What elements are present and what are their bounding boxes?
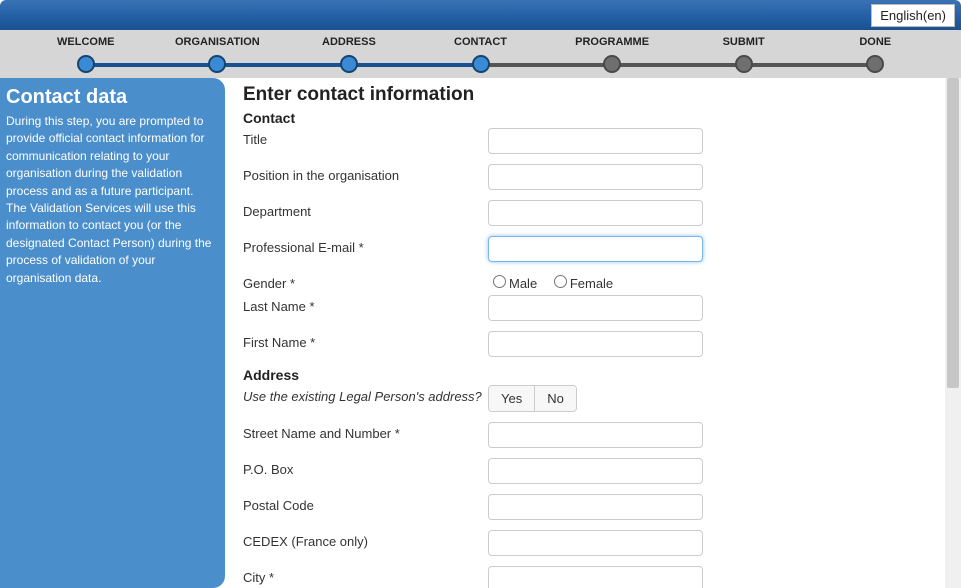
radio-female[interactable]: [554, 275, 567, 288]
step-label: ADDRESS: [322, 36, 376, 48]
sidebar-help-panel: Contact data During this step, you are p…: [0, 78, 225, 588]
gender-radio-group: Male Female: [488, 272, 703, 291]
scrollbar-vertical[interactable]: [945, 78, 961, 588]
input-postal-code[interactable]: [488, 494, 703, 520]
step-dot: [472, 55, 490, 73]
top-bar: English(en): [0, 0, 961, 30]
input-first-name[interactable]: [488, 331, 703, 357]
sidebar-body: During this step, you are prompted to pr…: [6, 113, 215, 287]
step-organisation[interactable]: ORGANISATION: [152, 30, 284, 78]
input-email[interactable]: [488, 236, 703, 262]
label-title: Title: [243, 128, 488, 147]
input-city[interactable]: [488, 566, 703, 588]
main-form-area: Enter contact information Contact Title …: [225, 78, 961, 588]
label-city: City *: [243, 566, 488, 585]
label-po-box: P.O. Box: [243, 458, 488, 477]
label-street: Street Name and Number *: [243, 422, 488, 441]
label-gender: Gender *: [243, 272, 488, 291]
input-street[interactable]: [488, 422, 703, 448]
step-submit[interactable]: SUBMIT: [678, 30, 810, 78]
steps-container: WELCOME ORGANISATION ADDRESS CONTACT PROGRAM…: [20, 30, 941, 78]
step-label: PROGRAMME: [575, 36, 649, 48]
radio-female-text: Female: [570, 276, 613, 291]
label-cedex: CEDEX (France only): [243, 530, 488, 549]
language-selector[interactable]: English(en): [871, 4, 955, 27]
input-po-box[interactable]: [488, 458, 703, 484]
step-dot: [340, 55, 358, 73]
input-last-name[interactable]: [488, 295, 703, 321]
step-label: ORGANISATION: [175, 36, 260, 48]
input-department[interactable]: [488, 200, 703, 226]
input-position[interactable]: [488, 164, 703, 190]
page-title: Enter contact information: [243, 84, 943, 106]
sidebar-title: Contact data: [6, 86, 215, 109]
button-no[interactable]: No: [535, 386, 576, 411]
step-address[interactable]: ADDRESS: [283, 30, 415, 78]
radio-male[interactable]: [493, 275, 506, 288]
label-department: Department: [243, 200, 488, 219]
radio-male-text: Male: [509, 276, 537, 291]
scrollbar-thumb[interactable]: [947, 78, 959, 388]
radio-female-label[interactable]: Female: [549, 276, 613, 291]
step-label: CONTACT: [454, 36, 507, 48]
step-label: DONE: [859, 36, 891, 48]
step-dot: [866, 55, 884, 73]
step-done[interactable]: DONE: [809, 30, 941, 78]
label-position: Position in the organisation: [243, 164, 488, 183]
step-dot: [208, 55, 226, 73]
label-last-name: Last Name *: [243, 295, 488, 314]
label-email: Professional E-mail *: [243, 236, 488, 255]
step-welcome[interactable]: WELCOME: [20, 30, 152, 78]
label-use-existing: Use the existing Legal Person's address?: [243, 385, 488, 404]
radio-male-label[interactable]: Male: [488, 276, 537, 291]
step-label: SUBMIT: [723, 36, 765, 48]
step-programme[interactable]: PROGRAMME: [546, 30, 678, 78]
step-progress-bar: WELCOME ORGANISATION ADDRESS CONTACT PROGRAM…: [0, 30, 961, 78]
step-label: WELCOME: [57, 36, 114, 48]
input-cedex[interactable]: [488, 530, 703, 556]
label-first-name: First Name *: [243, 331, 488, 350]
step-dot: [735, 55, 753, 73]
button-yes[interactable]: Yes: [489, 386, 535, 411]
yes-no-toggle: Yes No: [488, 385, 577, 412]
label-postal-code: Postal Code: [243, 494, 488, 513]
input-title[interactable]: [488, 128, 703, 154]
step-contact[interactable]: CONTACT: [415, 30, 547, 78]
step-dot: [77, 55, 95, 73]
step-dot: [603, 55, 621, 73]
section-address-title: Address: [243, 367, 943, 383]
section-contact-title: Contact: [243, 110, 943, 126]
